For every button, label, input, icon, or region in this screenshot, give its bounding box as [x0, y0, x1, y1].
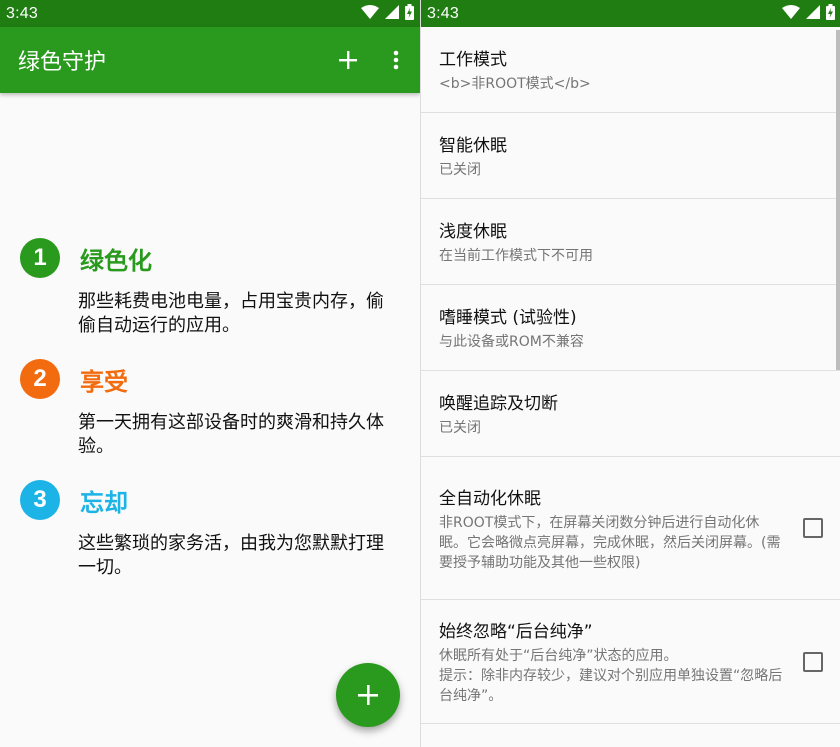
plus-icon — [339, 51, 357, 69]
step-1: 1 绿色化 — [20, 238, 152, 278]
setting-auto-hibernation[interactable]: 全自动化休眠 非ROOT模式下，在屏幕关闭数分钟后进行自动化休眠。它会略微点亮屏… — [421, 457, 840, 600]
auto-hibernation-checkbox[interactable] — [803, 518, 823, 538]
status-bar: 3:43 — [421, 0, 840, 27]
setting-summary: 非ROOT模式下，在屏幕关闭数分钟后进行自动化休眠。它会略微点亮屏幕，完成休眠，… — [439, 514, 781, 571]
setting-summary: <b>非ROOT模式</b> — [439, 76, 591, 92]
status-bar: 3:43 — [0, 0, 420, 27]
setting-title: 浅度休眠 — [439, 222, 507, 242]
settings-list: 工作模式 <b>非ROOT模式</b> 智能休眠 已关闭 浅度休眠 在当前工作模… — [421, 27, 840, 724]
battery-icon — [826, 3, 835, 24]
setting-title: 全自动化休眠 — [439, 488, 541, 509]
screenshot-root: 3:43 绿色守护 1 绿色化 那些耗费电池电量，占用宝贵内存，偷偷自动运行的应… — [0, 0, 840, 747]
step-2: 2 享受 — [20, 359, 128, 399]
step-number-badge: 3 — [20, 480, 60, 520]
step-heading: 绿色化 — [80, 246, 152, 275]
status-time: 3:43 — [427, 4, 459, 22]
setting-summary: 已关闭 — [439, 420, 481, 436]
setting-title: 唤醒追踪及切断 — [439, 394, 558, 414]
setting-summary: 与此设备或ROM不兼容 — [439, 334, 584, 350]
setting-ignore-background-pure[interactable]: 始终忽略“后台纯净” 休眠所有处于“后台纯净”状态的应用。 提示：除非内存较少，… — [421, 600, 840, 724]
left-screen: 3:43 绿色守护 1 绿色化 那些耗费电池电量，占用宝贵内存，偷偷自动运行的应… — [0, 0, 420, 747]
ignore-background-pure-checkbox[interactable] — [803, 651, 823, 672]
overflow-menu-button[interactable] — [372, 36, 420, 84]
setting-light-hibernation[interactable]: 浅度休眠 在当前工作模式下不可用 — [421, 199, 840, 285]
step-heading: 享受 — [80, 367, 128, 396]
app-bar: 绿色守护 — [0, 27, 420, 93]
more-vert-icon — [393, 50, 399, 70]
add-button[interactable] — [324, 36, 372, 84]
setting-summary: 在当前工作模式下不可用 — [439, 248, 593, 264]
setting-wakeup-tracking[interactable]: 唤醒追踪及切断 已关闭 — [421, 371, 840, 457]
plus-icon — [358, 685, 378, 705]
step-3: 3 忘却 — [20, 480, 128, 520]
step-description: 那些耗费电池电量，占用宝贵内存，偷偷自动运行的应用。 — [78, 291, 384, 336]
setting-title: 智能休眠 — [439, 136, 507, 156]
fab-add-button[interactable] — [336, 663, 400, 727]
signal-icon — [385, 4, 399, 23]
signal-icon — [806, 4, 820, 23]
scrollbar[interactable] — [836, 30, 840, 370]
setting-title: 嗜睡模式 (试验性) — [439, 308, 577, 328]
step-heading: 忘却 — [80, 488, 128, 517]
wifi-icon — [361, 4, 379, 23]
setting-summary: 已关闭 — [439, 162, 481, 178]
wifi-icon — [782, 4, 800, 23]
right-screen: 3:43 工作模式 <b>非ROOT模式</b> 智能休眠 已关闭 浅度休眠 在… — [420, 0, 840, 747]
setting-summary: 休眠所有处于“后台纯净”状态的应用。 提示：除非内存较少，建议对个别应用单独设置… — [439, 648, 783, 704]
app-title: 绿色守护 — [18, 50, 107, 75]
setting-smart-hibernation[interactable]: 智能休眠 已关闭 — [421, 113, 840, 199]
step-description: 第一天拥有这部设备时的爽滑和持久体验。 — [78, 412, 384, 457]
step-number-badge: 1 — [20, 238, 60, 278]
status-time: 3:43 — [6, 4, 38, 22]
battery-icon — [405, 3, 414, 24]
step-number-badge: 2 — [20, 359, 60, 399]
setting-title: 工作模式 — [439, 50, 507, 70]
setting-doze-mode[interactable]: 嗜睡模式 (试验性) 与此设备或ROM不兼容 — [421, 285, 840, 371]
setting-title: 始终忽略“后台纯净” — [439, 622, 593, 642]
setting-work-mode[interactable]: 工作模式 <b>非ROOT模式</b> — [421, 27, 840, 113]
step-description: 这些繁琐的家务活，由我为您默默打理一切。 — [78, 533, 384, 578]
